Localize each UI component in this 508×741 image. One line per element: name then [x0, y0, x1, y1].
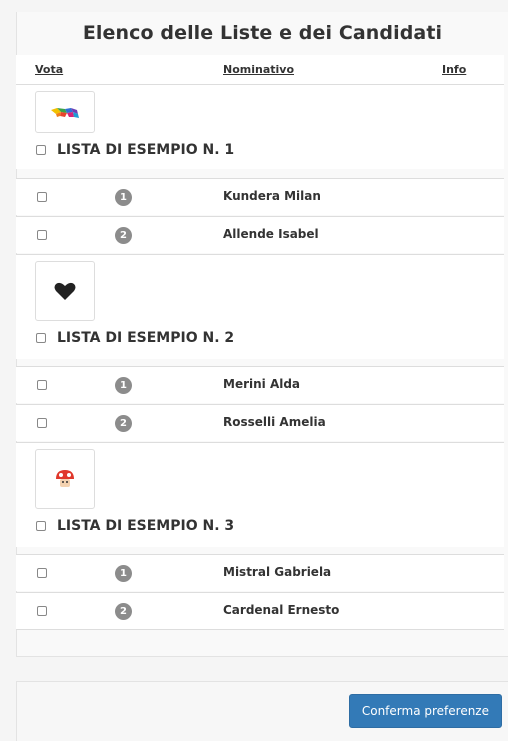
header-vote[interactable]: Vota [35, 63, 63, 76]
table-header: Vota Nominativo Info [16, 55, 504, 85]
footer-bar: Conferma preferenze [16, 681, 508, 741]
list-title: LISTA DI ESEMPIO N. 1 [36, 142, 234, 158]
candidate-number-badge: 1 [115, 189, 132, 206]
candidate-vote-checkbox[interactable] [37, 192, 47, 202]
candidate-number-badge: 1 [115, 565, 132, 582]
list-logo [35, 449, 95, 509]
red-mushroom-icon [56, 470, 74, 487]
candidate-name: Kundera Milan [223, 189, 321, 203]
list-row: LISTA DI ESEMPIO N. 2 [16, 254, 504, 359]
candidate-vote-checkbox[interactable] [37, 568, 47, 578]
list-row: LISTA DI ESEMPIO N. 3 [16, 442, 504, 547]
list-title: LISTA DI ESEMPIO N. 2 [36, 330, 234, 346]
candidate-name: Merini Alda [223, 377, 301, 391]
table-row: 2 Rosselli Amelia [16, 404, 504, 441]
list-vote-checkbox[interactable] [36, 521, 46, 531]
list-title: LISTA DI ESEMPIO N. 3 [36, 518, 234, 534]
table-row: 1 Kundera Milan [16, 178, 504, 215]
list-name: LISTA DI ESEMPIO N. 2 [57, 330, 235, 346]
list-logo [35, 261, 95, 321]
candidate-name: Mistral Gabriela [223, 565, 332, 579]
page-title: Elenco delle Liste e dei Candidati [82, 22, 443, 44]
list-vote-checkbox[interactable] [36, 145, 46, 155]
candidate-name: Allende Isabel [223, 227, 319, 241]
table-row: 2 Cardenal Ernesto [16, 592, 504, 630]
header-info[interactable]: Info [442, 63, 466, 76]
candidate-number-badge: 2 [115, 415, 132, 432]
table-row: 1 Merini Alda [16, 366, 504, 403]
list-row: LISTA DI ESEMPIO N. 1 [16, 84, 504, 169]
table-row: 1 Mistral Gabriela [16, 554, 504, 591]
candidate-vote-checkbox[interactable] [37, 230, 47, 240]
candidate-number-badge: 2 [115, 227, 132, 244]
candidate-name: Cardenal Ernesto [223, 603, 340, 617]
list-name: LISTA DI ESEMPIO N. 3 [57, 518, 235, 534]
confirm-preferences-button[interactable]: Conferma preferenze [348, 694, 502, 728]
candidate-name: Rosselli Amelia [223, 415, 326, 429]
black-heart-icon [54, 282, 76, 300]
list-logo [35, 91, 95, 133]
candidate-number-badge: 2 [115, 603, 132, 620]
candidate-vote-checkbox[interactable] [37, 380, 47, 390]
rainbow-horse-icon [51, 108, 79, 118]
header-name[interactable]: Nominativo [223, 63, 294, 76]
candidate-vote-checkbox[interactable] [37, 606, 47, 616]
candidate-vote-checkbox[interactable] [37, 418, 47, 428]
candidate-number-badge: 1 [115, 377, 132, 394]
list-vote-checkbox[interactable] [36, 333, 46, 343]
table-row: 2 Allende Isabel [16, 216, 504, 253]
list-name: LISTA DI ESEMPIO N. 1 [57, 142, 235, 158]
